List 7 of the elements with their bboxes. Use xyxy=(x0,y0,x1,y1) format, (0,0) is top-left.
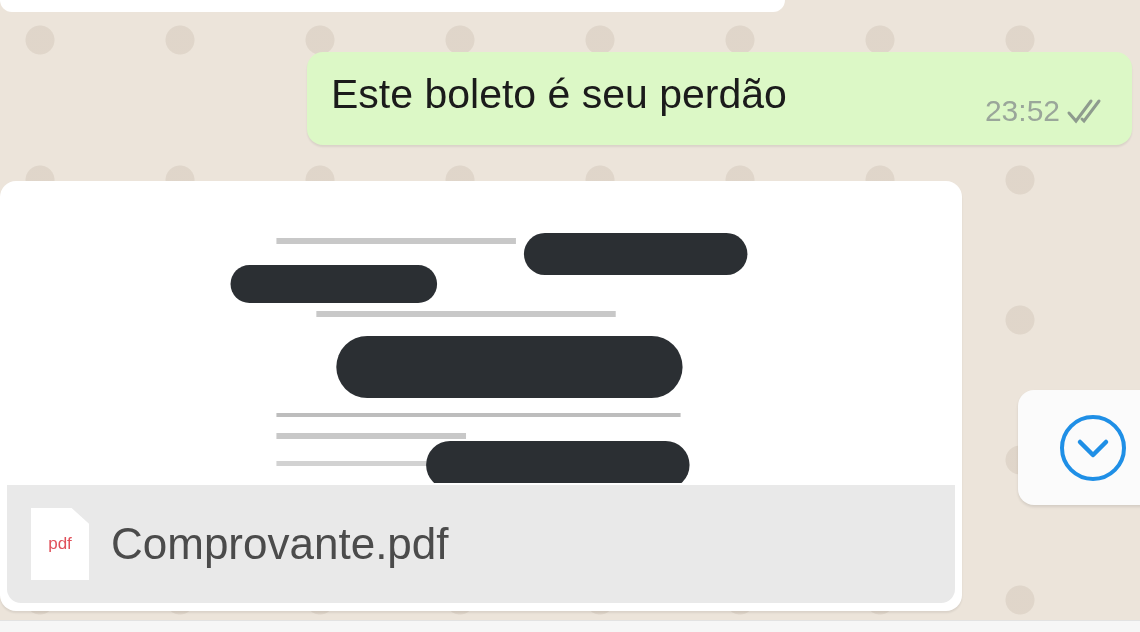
message-time: 23:52 xyxy=(984,94,1060,128)
message-text: Este boleto é seu perdão xyxy=(331,70,787,119)
scroll-down-button[interactable] xyxy=(1018,390,1140,505)
file-name: Comprovante.pdf xyxy=(111,518,449,570)
file-icon: pdf xyxy=(31,508,89,580)
file-attachment[interactable]: pdf Comprovante.pdf xyxy=(7,485,955,603)
chevron-down-icon xyxy=(1058,412,1128,483)
